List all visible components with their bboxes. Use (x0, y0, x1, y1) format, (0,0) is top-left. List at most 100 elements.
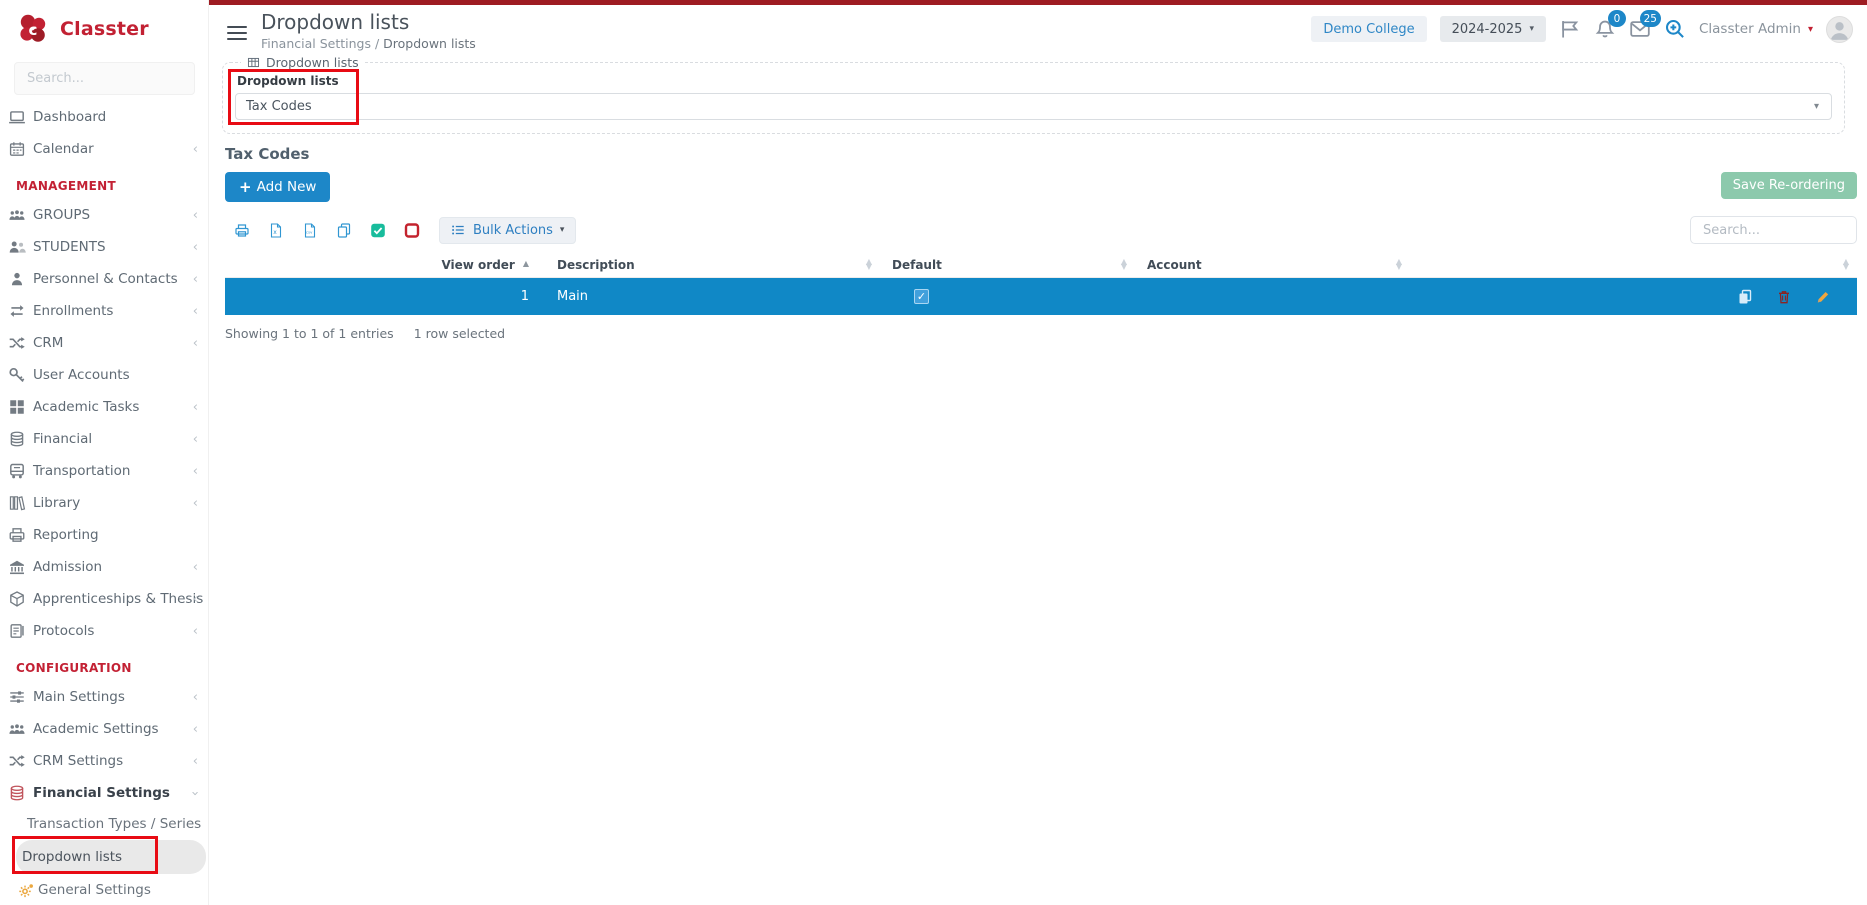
groups-icon (8, 207, 26, 223)
sidebar-item-crm[interactable]: CRM‹ (0, 327, 208, 359)
sidebar-item-label: Dashboard (33, 109, 106, 125)
dropdown-lists-select[interactable]: Tax Codes ▾ (235, 93, 1832, 120)
sort-icon: ▲▼ (1121, 260, 1127, 270)
duplicate-icon[interactable] (1737, 289, 1753, 305)
sidebar-item-main-settings[interactable]: Main Settings‹ (0, 681, 208, 713)
sidebar-item-financial-settings[interactable]: Financial Settings‹ (0, 777, 208, 809)
dropdown-lists-panel: Dropdown lists Dropdown lists Tax Codes … (222, 55, 1845, 134)
sort-icon: ▲▼ (1843, 260, 1849, 270)
sidebar-search-input[interactable] (14, 62, 195, 95)
sidebar-item-user-accounts[interactable]: User Accounts (0, 359, 208, 391)
sidebar-item-academic-settings[interactable]: Academic Settings ‹ (0, 713, 208, 745)
notifications-bell-icon[interactable]: 0 (1594, 18, 1616, 40)
sidebar-item-admission[interactable]: Admission‹ (0, 551, 208, 583)
table-icon (247, 56, 261, 69)
topbar: Dropdown lists Financial Settings / Drop… (209, 5, 1867, 55)
panel-legend-text: Dropdown lists (266, 55, 359, 70)
bulk-actions-button[interactable]: Bulk Actions ▾ (439, 217, 576, 244)
sidebar-item-label: Apprenticeships & Thesis (33, 591, 203, 607)
chevron-down-icon: ▾ (1529, 24, 1534, 34)
main-area: Dropdown lists Financial Settings / Drop… (209, 0, 1867, 905)
sidebar-item-calendar[interactable]: Calendar‹ (0, 133, 208, 165)
menu-toggle-icon[interactable] (227, 26, 247, 55)
chevron-left-icon: ‹ (193, 723, 198, 736)
avatar[interactable] (1826, 16, 1853, 43)
books-icon (8, 495, 26, 511)
selection-note: 1 row selected (414, 326, 505, 341)
column-header-account[interactable]: Account▲▼ (1135, 254, 1410, 277)
user-menu[interactable]: Classter Admin (1699, 21, 1801, 37)
print-icon[interactable] (234, 222, 250, 239)
sidebar-item-protocols[interactable]: Protocols ‹ (0, 615, 208, 647)
chevron-left-icon: ‹ (193, 497, 198, 510)
copy-icon[interactable] (336, 222, 352, 239)
chevron-left-icon: ‹ (193, 241, 198, 254)
sidebar-item-transportation[interactable]: Transportation‹ (0, 455, 208, 487)
shuffle-icon (8, 753, 26, 769)
gears-icon (18, 882, 35, 898)
sidebar-item-groups[interactable]: GROUPS‹ (0, 199, 208, 231)
cell-actions (1410, 278, 1857, 315)
sidebar-item-apprenticeships-thesis[interactable]: Apprenticeships & Thesis‹ (0, 583, 208, 615)
sidebar-item-label: Reporting (33, 527, 99, 543)
chevron-left-icon: ‹ (193, 561, 198, 574)
academic-year-select[interactable]: 2024-2025 ▾ (1440, 16, 1546, 42)
sidebar-subitem-dropdown-lists[interactable]: Dropdown lists (16, 840, 206, 874)
sidebar: c Classter DashboardCalendar‹MANAGEMENTG… (0, 0, 209, 905)
academic-year-value: 2024-2025 (1452, 22, 1523, 37)
sidebar-item-academic-tasks[interactable]: Academic Tasks‹ (0, 391, 208, 423)
sidebar-item-financial[interactable]: Financial‹ (0, 423, 208, 455)
sidebar-item-personnel-contacts[interactable]: Personnel & Contacts‹ (0, 263, 208, 295)
delete-icon[interactable] (1776, 289, 1792, 305)
coins-icon (8, 785, 26, 801)
sidebar-item-enrollments[interactable]: Enrollments‹ (0, 295, 208, 327)
college-button[interactable]: Demo College (1311, 16, 1426, 42)
cell-default: ✓ (880, 278, 1135, 315)
sidebar-item-label: Academic Settings (33, 721, 159, 737)
calendar-icon (8, 141, 26, 157)
sidebar-item-label: Transportation (33, 463, 130, 479)
sidebar-subitem-label: Dropdown lists (22, 849, 122, 865)
students-icon (8, 239, 26, 255)
default-checkbox[interactable]: ✓ (914, 289, 929, 304)
user-chevron-down-icon[interactable]: ▾ (1808, 24, 1813, 35)
sidebar-subitem-label: General Settings (38, 882, 151, 898)
section-title: Tax Codes (225, 145, 1857, 163)
breadcrumb-parent[interactable]: Financial Settings (261, 36, 371, 51)
sidebar-item-reporting[interactable]: Reporting (0, 519, 208, 551)
sidebar-item-crm-settings[interactable]: CRM Settings‹ (0, 745, 208, 777)
sidebar-item-dashboard[interactable]: Dashboard (0, 101, 208, 133)
dropdown-lists-field: Dropdown lists Tax Codes ▾ (235, 74, 1832, 120)
save-reordering-button[interactable]: Save Re-ordering (1721, 172, 1857, 199)
sidebar-item-students[interactable]: STUDENTS‹ (0, 231, 208, 263)
sidebar-item-label: Protocols (33, 623, 94, 639)
column-header-default[interactable]: Default▲▼ (880, 254, 1135, 277)
chevron-left-icon: ‹ (193, 625, 198, 638)
sidebar-item-library[interactable]: Library‹ (0, 487, 208, 519)
table-search-input[interactable] (1690, 216, 1857, 244)
column-header-description[interactable]: Description▲▼ (545, 254, 880, 277)
export-excel-icon[interactable]: x (268, 222, 284, 239)
sidebar-item-label: CRM (33, 335, 63, 351)
zoom-in-icon[interactable] (1664, 18, 1686, 40)
column-header-view-order[interactable]: View order▲ (225, 254, 545, 277)
sidebar-subitem-general-settings[interactable]: General Settings (0, 875, 208, 905)
edit-pencil-icon[interactable] (1815, 289, 1831, 305)
svg-text:c: c (29, 21, 38, 39)
panel-legend: Dropdown lists (241, 55, 365, 70)
sidebar-subitem-transaction-types-series[interactable]: Transaction Types / Series (0, 809, 208, 839)
select-all-check-icon[interactable] (370, 222, 386, 239)
cell-account (1135, 278, 1410, 315)
brand[interactable]: c Classter (0, 0, 208, 52)
column-header-actions[interactable]: ▲▼ (1410, 254, 1857, 277)
sidebar-item-label: CRM Settings (33, 753, 123, 769)
sidebar-item-label: Main Settings (33, 689, 125, 705)
messages-envelope-icon[interactable]: 25 (1629, 18, 1651, 40)
sort-icon: ▲▼ (1396, 260, 1402, 270)
deselect-square-icon[interactable] (404, 222, 420, 239)
table-row[interactable]: 1Main✓ (225, 278, 1857, 315)
flag-icon[interactable] (1559, 18, 1581, 40)
table-body: 1Main✓ (225, 278, 1857, 315)
export-csv-icon[interactable]: csv (302, 222, 318, 239)
add-new-button[interactable]: + Add New (225, 172, 330, 202)
